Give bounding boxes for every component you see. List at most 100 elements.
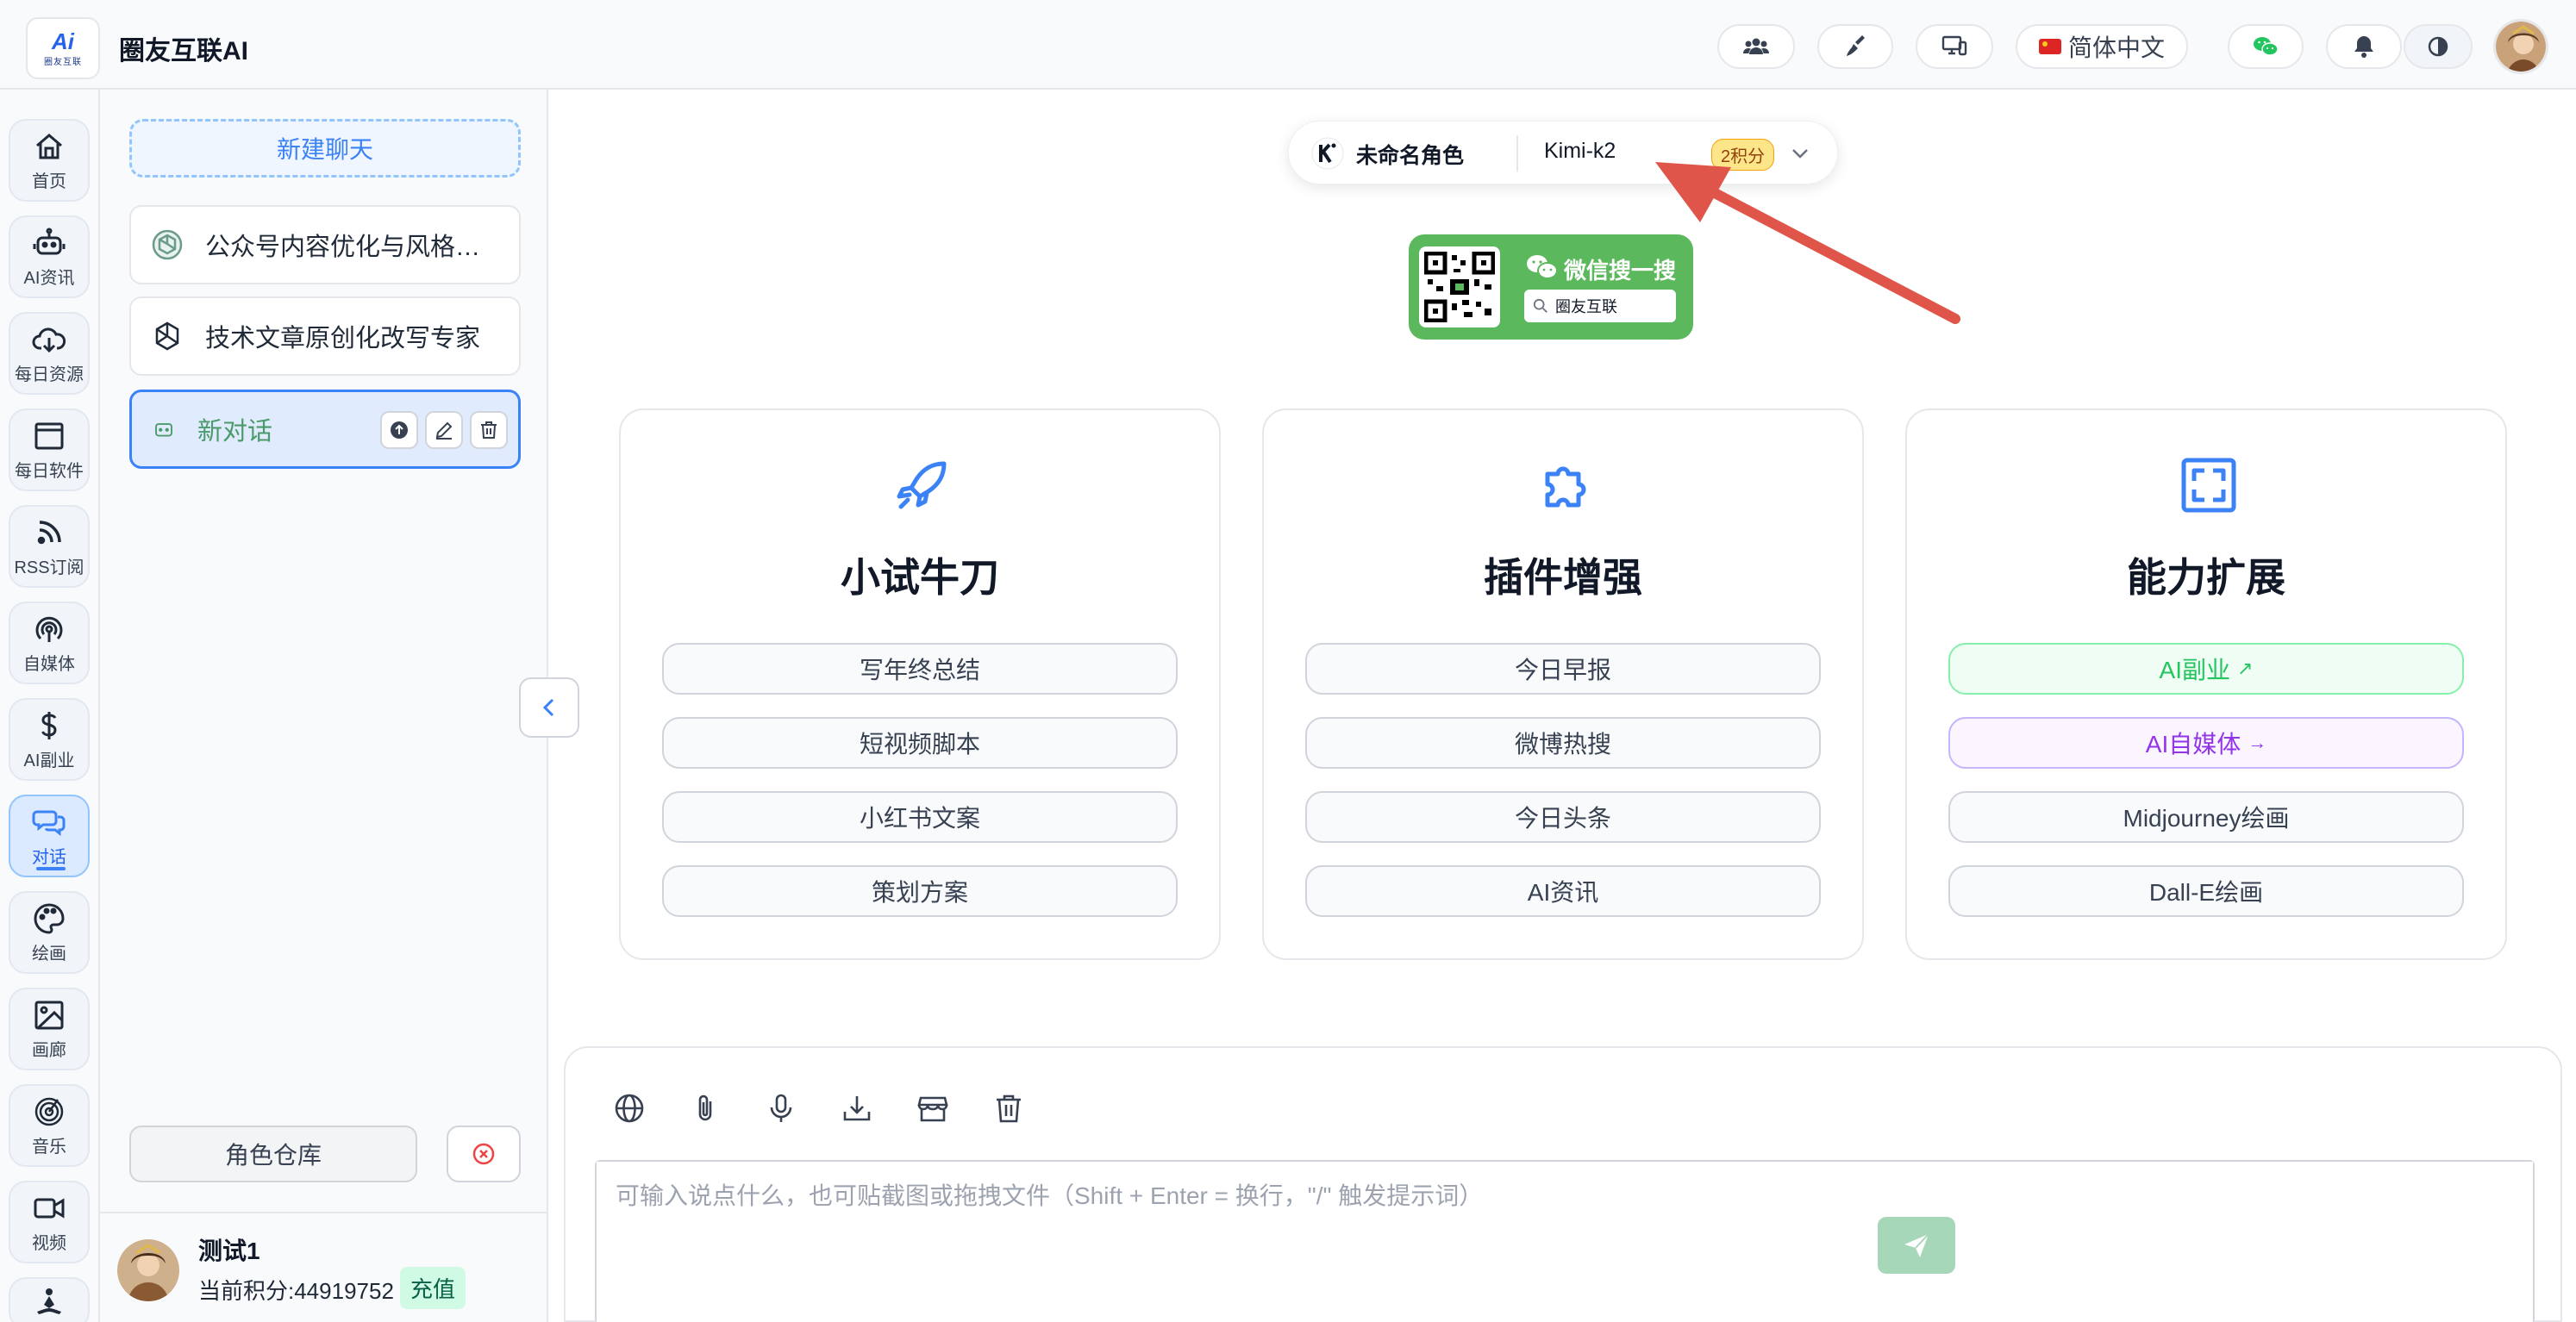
- voice-input-button[interactable]: [764, 1091, 798, 1126]
- wechat-search-text: 圈友互联: [1555, 298, 1617, 315]
- suggestion-button[interactable]: Dall-E绘画: [1948, 865, 2464, 917]
- suggestion-label: AI自媒体: [2145, 731, 2241, 758]
- wechat-icon: [2254, 37, 2279, 56]
- suggestion-label: 微博热搜: [1514, 731, 1611, 758]
- suggestion-label: 写年终总结: [859, 657, 980, 683]
- nav-rss-label: RSS订阅: [14, 558, 84, 577]
- role-library-button[interactable]: 角色仓库: [129, 1126, 417, 1182]
- trash-icon: [481, 421, 497, 439]
- nav-daily-resources-label: 每日资源: [15, 365, 84, 384]
- app-logo[interactable]: Ai 圈友互联: [26, 17, 100, 79]
- nav-daily-software-label: 每日软件: [15, 461, 84, 481]
- upload-conversation-button[interactable]: [380, 411, 418, 449]
- window-icon: [34, 422, 64, 449]
- community-button[interactable]: [1717, 24, 1795, 69]
- suggestion-button[interactable]: 微博热搜: [1305, 717, 1821, 769]
- suggestion-button[interactable]: 今日头条: [1305, 791, 1821, 843]
- nav-gallery[interactable]: 画廊: [9, 988, 90, 1070]
- dollar-icon: [41, 711, 57, 739]
- send-button[interactable]: [1878, 1217, 1955, 1274]
- nav-music[interactable]: 音乐: [9, 1084, 90, 1167]
- nav-more[interactable]: [9, 1277, 90, 1322]
- language-label: 简体中文: [2067, 34, 2165, 61]
- clear-conversations-button[interactable]: [447, 1126, 521, 1182]
- suggestion-button[interactable]: 写年终总结: [662, 643, 1178, 695]
- card-capability: 能力扩展 AI副业 ↗ AI自媒体 → Midjourney绘画 Dall-E绘…: [1905, 408, 2507, 960]
- store-icon: [917, 1096, 948, 1122]
- user-avatar[interactable]: [117, 1239, 179, 1301]
- clean-button[interactable]: [1817, 24, 1893, 69]
- conversation-title: 公众号内容优化与风格适...: [205, 234, 498, 261]
- ai-side-job-link[interactable]: AI副业 ↗: [1948, 643, 2464, 695]
- collapse-sidebar-button[interactable]: [519, 677, 579, 738]
- conversation-title: 技术文章原创化改写专家: [205, 325, 481, 352]
- nav-draw[interactable]: 绘画: [9, 891, 90, 974]
- export-button[interactable]: [840, 1091, 874, 1126]
- nav-ai-side-job-label: AI副业: [23, 751, 75, 770]
- nav-daily-software[interactable]: 每日软件: [9, 408, 90, 491]
- kimi-logo-icon: [1311, 137, 1344, 170]
- card-quick-start: 小试牛刀 写年终总结 短视频脚本 小红书文案 策划方案: [619, 408, 1221, 960]
- new-chat-button[interactable]: 新建聊天: [129, 119, 521, 178]
- community-icon: [1743, 38, 1769, 54]
- suggestion-button[interactable]: 策划方案: [662, 865, 1178, 917]
- app-title: 圈友互联AI: [119, 37, 248, 65]
- suggestion-button[interactable]: 短视频脚本: [662, 717, 1178, 769]
- conversation-panel: 新建聊天 公众号内容优化与风格适... 技术文章原创化改写专家 新对话 角色仓库: [100, 90, 548, 1322]
- upload-circle-icon: [391, 421, 408, 439]
- user-info: 测试1 当前积分:44919752 充值: [100, 1212, 547, 1322]
- suggestion-button[interactable]: Midjourney绘画: [1948, 791, 2464, 843]
- message-input[interactable]: [597, 1162, 2533, 1322]
- web-search-button[interactable]: [612, 1091, 647, 1126]
- logo-text: Ai: [52, 28, 74, 54]
- nav-ai-news[interactable]: AI资讯: [9, 215, 90, 298]
- nav-rss[interactable]: RSS订阅: [9, 505, 90, 588]
- nav-video[interactable]: 视频: [9, 1181, 90, 1263]
- divider: [1516, 135, 1518, 171]
- devices-button[interactable]: [1916, 24, 1993, 69]
- suggestion-label: AI资讯: [1527, 879, 1599, 906]
- delete-conversation-button[interactable]: [470, 411, 508, 449]
- openai-icon: [155, 321, 179, 351]
- store-button[interactable]: [916, 1091, 950, 1126]
- cloud-download-icon: [32, 327, 66, 352]
- user-name: 测试1: [198, 1238, 260, 1264]
- user-avatar-top[interactable]: [2493, 19, 2548, 74]
- nav-ai-side-job[interactable]: AI副业: [9, 698, 90, 781]
- rss-icon: [37, 520, 61, 544]
- palette-icon: [34, 902, 65, 934]
- openai-icon: [152, 229, 183, 260]
- clear-input-button[interactable]: [991, 1091, 1026, 1126]
- trash-icon: [997, 1094, 1021, 1123]
- broom-icon: [1847, 35, 1865, 56]
- nav-self-media[interactable]: 自媒体: [9, 602, 90, 684]
- conversation-actions: [380, 411, 508, 449]
- arrow-right-icon: →: [2248, 732, 2267, 753]
- video-icon: [34, 1197, 65, 1219]
- conversation-item[interactable]: 技术文章原创化改写专家: [129, 296, 521, 376]
- chat-input-area: [564, 1046, 2562, 1322]
- wechat-search-banner[interactable]: 微信搜一搜 圈友互联: [1409, 234, 1693, 340]
- broadcast-icon: [35, 616, 63, 642]
- notification-button[interactable]: [2326, 24, 2402, 69]
- nav-home[interactable]: 首页: [9, 119, 90, 202]
- wechat-search-title: 微信搜一搜: [1564, 258, 1677, 284]
- ai-self-media-link[interactable]: AI自媒体 →: [1948, 717, 2464, 769]
- nav-chat[interactable]: 对话: [9, 795, 90, 877]
- wechat-button[interactable]: [2228, 24, 2304, 69]
- suggestion-button[interactable]: 小红书文案: [662, 791, 1178, 843]
- conversation-item[interactable]: 公众号内容优化与风格适...: [129, 205, 521, 284]
- conversation-item-active[interactable]: 新对话: [129, 390, 521, 469]
- edit-conversation-button[interactable]: [425, 411, 463, 449]
- language-selector[interactable]: 简体中文: [2016, 24, 2188, 69]
- nav-video-label: 视频: [32, 1233, 66, 1253]
- suggestion-button[interactable]: AI资讯: [1305, 865, 1821, 917]
- nav-ai-news-label: AI资讯: [23, 268, 75, 288]
- image-icon: [34, 1001, 64, 1029]
- nav-daily-resources[interactable]: 每日资源: [9, 312, 90, 395]
- attach-button[interactable]: [688, 1091, 722, 1126]
- conversation-title: 新对话: [197, 418, 273, 446]
- suggestion-button[interactable]: 今日早报: [1305, 643, 1821, 695]
- recharge-button[interactable]: 充值: [400, 1267, 466, 1309]
- theme-toggle[interactable]: [2404, 24, 2473, 69]
